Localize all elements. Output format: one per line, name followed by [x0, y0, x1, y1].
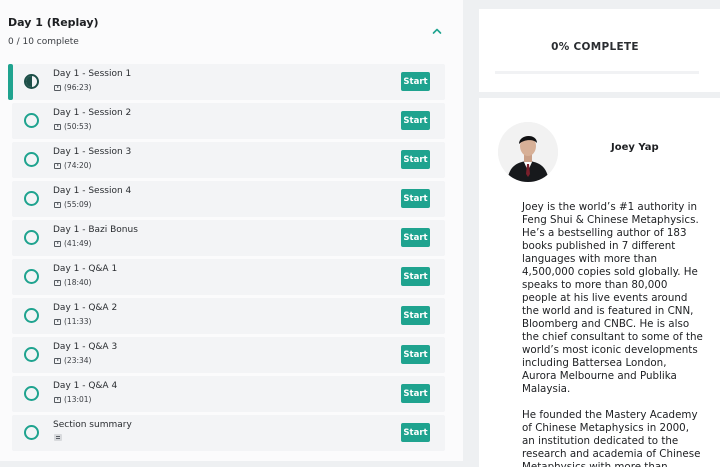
lesson-row[interactable]: Day 1 - Q&A 2 (11:33) Start — [0, 297, 463, 336]
lesson-duration: (74:20) — [64, 161, 92, 170]
chevron-up-icon[interactable] — [430, 24, 444, 38]
lesson-duration: (13:01) — [64, 395, 92, 404]
lesson-row[interactable]: Day 1 - Session 4 (55:09) Start — [0, 180, 463, 219]
author-avatar — [498, 122, 558, 182]
author-bio-paragraph: Joey is the world’s #1 authority in Feng… — [522, 201, 703, 395]
author-bio: Joey is the world’s #1 authority in Feng… — [522, 201, 704, 467]
author-card: Joey Yap Joey is the world’s #1 authorit… — [479, 98, 720, 467]
lesson-list: Day 1 - Session 1 (96:23) Start Day 1 - Ses… — [0, 63, 463, 453]
start-button[interactable]: Start — [401, 345, 430, 364]
start-button[interactable]: Start — [401, 111, 430, 130]
video-icon — [54, 201, 61, 208]
lesson-row[interactable]: Day 1 - Bazi Bonus (41:49) Start — [0, 219, 463, 258]
lesson-row[interactable]: Day 1 - Q&A 3 (23:34) Start — [0, 336, 463, 375]
lesson-duration: (11:33) — [64, 317, 92, 326]
lesson-title[interactable]: Day 1 - Session 4 — [53, 186, 131, 196]
in-progress-status-icon — [24, 74, 39, 89]
course-curriculum-panel: Day 1 (Replay) 0 / 10 complete Day 1 - S… — [0, 0, 463, 461]
lesson-duration: (55:09) — [64, 200, 92, 209]
lesson-title[interactable]: Day 1 - Session 1 — [53, 69, 131, 79]
not-started-status-icon — [24, 386, 39, 401]
lesson-title[interactable]: Day 1 - Session 2 — [53, 108, 131, 118]
lesson-row[interactable]: Day 1 - Q&A 4 (13:01) Start — [0, 375, 463, 414]
author-name: Joey Yap — [611, 142, 659, 153]
not-started-status-icon — [24, 230, 39, 245]
lesson-meta: (41:49) — [54, 239, 91, 248]
lesson-row[interactable]: Day 1 - Session 2 (50:53) Start — [0, 102, 463, 141]
start-button[interactable]: Start — [401, 423, 430, 442]
start-button[interactable]: Start — [401, 72, 430, 91]
lesson-duration: (50:53) — [64, 122, 92, 131]
not-started-status-icon — [24, 113, 39, 128]
lesson-row[interactable]: Day 1 - Session 3 (74:20) Start — [0, 141, 463, 180]
video-icon — [54, 279, 61, 286]
lesson-title[interactable]: Section summary — [53, 420, 132, 430]
progress-card: 0% COMPLETE — [479, 9, 720, 92]
lesson-duration: (96:23) — [64, 83, 92, 92]
lesson-title[interactable]: Day 1 - Q&A 3 — [53, 342, 117, 352]
start-button[interactable]: Start — [401, 189, 430, 208]
video-icon — [54, 162, 61, 169]
lesson-meta: (23:34) — [54, 356, 91, 365]
video-icon — [54, 318, 61, 325]
not-started-status-icon — [24, 269, 39, 284]
start-button[interactable]: Start — [401, 267, 430, 286]
section-title: Day 1 (Replay) — [8, 16, 99, 29]
author-bio-paragraph: He founded the Mastery Academy of Chines… — [522, 409, 701, 467]
not-started-status-icon — [24, 347, 39, 362]
lesson-meta: (13:01) — [54, 395, 91, 404]
section-header[interactable]: Day 1 (Replay) 0 / 10 complete — [0, 0, 463, 58]
not-started-status-icon — [24, 152, 39, 167]
start-button[interactable]: Start — [401, 384, 430, 403]
not-started-status-icon — [24, 191, 39, 206]
start-button[interactable]: Start — [401, 306, 430, 325]
lesson-meta — [54, 434, 62, 441]
progress-bar — [495, 71, 699, 74]
lesson-duration: (18:40) — [64, 278, 92, 287]
progress-label: 0% COMPLETE — [551, 41, 639, 53]
lesson-title[interactable]: Day 1 - Q&A 1 — [53, 264, 117, 274]
lesson-meta: (96:23) — [54, 83, 91, 92]
lesson-duration: (23:34) — [64, 356, 92, 365]
lesson-duration: (41:49) — [64, 239, 92, 248]
not-started-status-icon — [24, 308, 39, 323]
not-started-status-icon — [24, 425, 39, 440]
video-icon — [54, 84, 61, 91]
lesson-row[interactable]: Day 1 - Session 1 (96:23) Start — [0, 63, 463, 102]
start-button[interactable]: Start — [401, 150, 430, 169]
lesson-meta: (74:20) — [54, 161, 91, 170]
lesson-meta: (11:33) — [54, 317, 91, 326]
lesson-title[interactable]: Day 1 - Session 3 — [53, 147, 131, 157]
video-icon — [54, 123, 61, 130]
video-icon — [54, 396, 61, 403]
lesson-row[interactable]: Section summary Start — [0, 414, 463, 453]
lesson-meta: (50:53) — [54, 122, 91, 131]
lesson-meta: (55:09) — [54, 200, 91, 209]
lesson-title[interactable]: Day 1 - Q&A 4 — [53, 381, 117, 391]
lesson-row[interactable]: Day 1 - Q&A 1 (18:40) Start — [0, 258, 463, 297]
text-document-icon — [54, 434, 62, 441]
lesson-title[interactable]: Day 1 - Bazi Bonus — [53, 225, 138, 235]
start-button[interactable]: Start — [401, 228, 430, 247]
video-icon — [54, 240, 61, 247]
lesson-title[interactable]: Day 1 - Q&A 2 — [53, 303, 117, 313]
lesson-meta: (18:40) — [54, 278, 91, 287]
video-icon — [54, 357, 61, 364]
section-progress: 0 / 10 complete — [8, 37, 79, 47]
active-lesson-indicator — [8, 64, 13, 100]
